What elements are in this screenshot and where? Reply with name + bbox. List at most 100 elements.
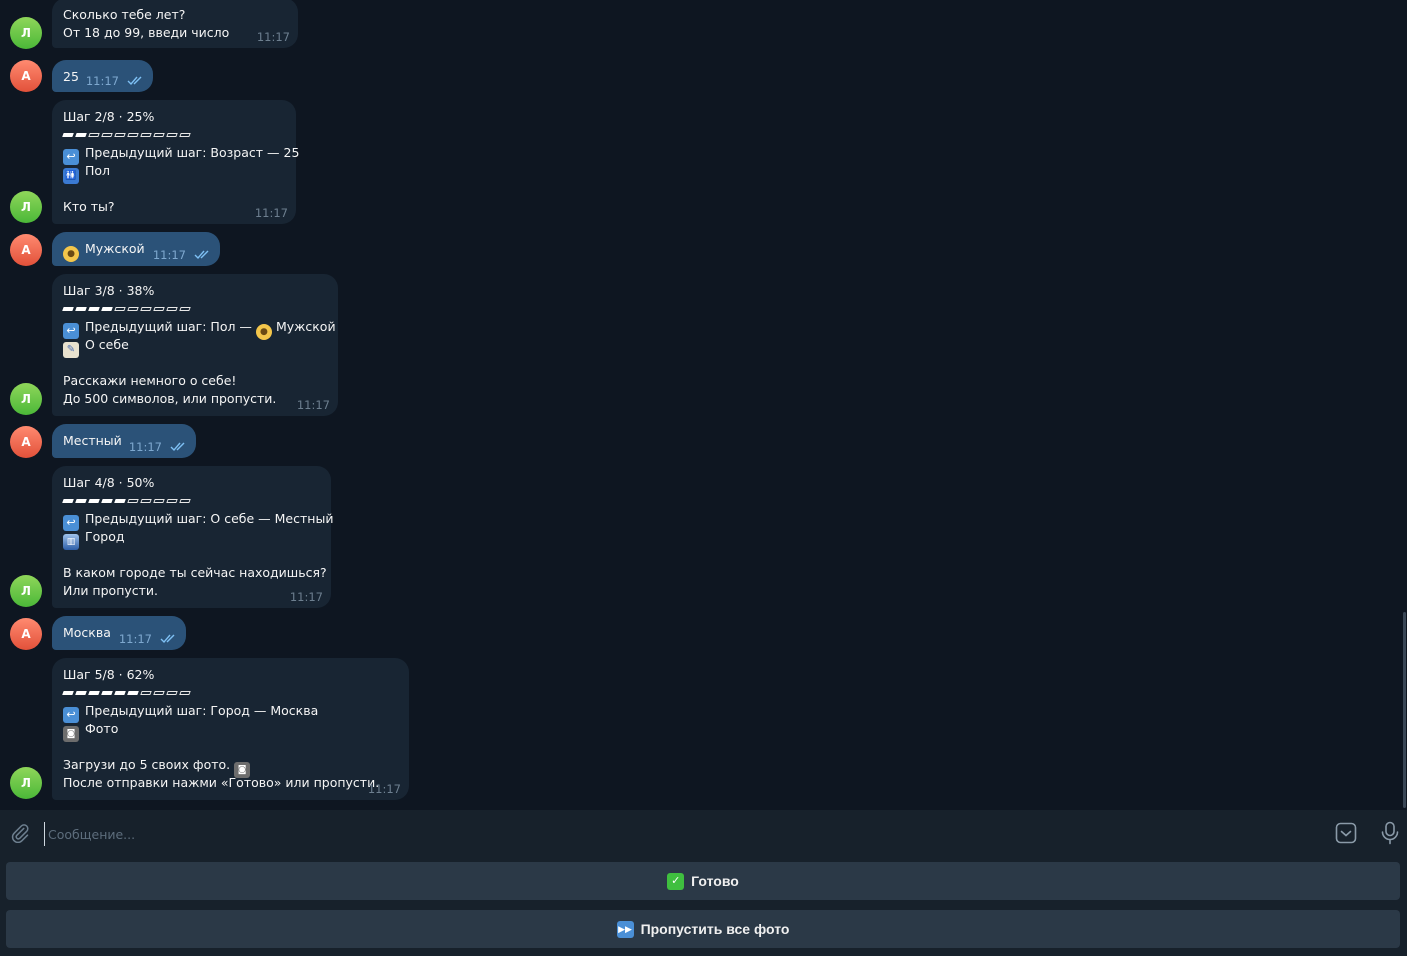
- done-button-label: Готово: [691, 873, 739, 889]
- bot-avatar[interactable]: Л: [10, 767, 42, 799]
- progress-segment: [75, 691, 87, 695]
- progress-segment: [88, 307, 100, 311]
- user-avatar[interactable]: А: [10, 234, 42, 266]
- check-mark-icon: ✓: [667, 872, 685, 890]
- previous-step-text: Предыдущий шаг: Возраст — 25: [85, 145, 300, 160]
- progress-segment: [75, 499, 87, 503]
- chat-history[interactable]: Сколько тебе лет? От 18 до 99, введи чис…: [0, 0, 1407, 810]
- message-line: До 500 символов, или пропусти.: [63, 391, 277, 406]
- message-time: 11:17: [152, 248, 186, 262]
- man-face-icon: ●: [255, 324, 272, 340]
- message-line: От 18 до 99, введи число: [63, 25, 230, 40]
- progress-segment: [179, 307, 191, 311]
- double-check-icon: [194, 249, 212, 260]
- previous-step-text: Предыдущий шаг: Город — Москва: [85, 703, 319, 718]
- message-line: Или пропусти.: [63, 583, 159, 598]
- fast-forward-icon: ▶▶: [616, 920, 634, 938]
- message-input[interactable]: [44, 822, 1250, 846]
- section-title: Пол: [85, 163, 111, 178]
- cityscape-icon: ▥: [63, 534, 79, 550]
- progress-segment: [140, 307, 152, 311]
- bot-message-step-photo: Шаг 5/8 · 62% ↩ Предыдущий шаг: Город — М…: [52, 658, 409, 800]
- message-time: 11:17: [254, 206, 288, 220]
- step-title: Шаг 3/8 · 38%: [63, 283, 155, 298]
- user-avatar[interactable]: А: [10, 618, 42, 650]
- progress-segment: [88, 691, 100, 695]
- progress-segment: [101, 691, 113, 695]
- progress-segment: [62, 133, 74, 137]
- paperclip-icon[interactable]: [10, 823, 30, 843]
- bot-avatar[interactable]: Л: [10, 191, 42, 223]
- user-message-about: Местный 11:17: [52, 424, 196, 458]
- progress-segment: [166, 691, 178, 695]
- message-time: 11:17: [296, 398, 330, 412]
- progress-segment: [179, 691, 191, 695]
- bot-message-step-about: Шаг 3/8 · 38% ↩ Предыдущий шаг: Пол — ● Муж…: [52, 274, 338, 416]
- progress-segment: [88, 133, 100, 137]
- progress-bar: [62, 492, 320, 510]
- bot-avatar[interactable]: Л: [10, 383, 42, 415]
- message-time: 11:17: [118, 632, 152, 646]
- chat-scrollbar[interactable]: [1403, 612, 1406, 808]
- user-message-gender: ● Мужской 11:17: [52, 232, 220, 266]
- message-time: 11:17: [128, 440, 162, 454]
- progress-segment: [127, 133, 139, 137]
- restroom-icon: 🚻: [63, 168, 79, 184]
- progress-segment: [62, 499, 74, 503]
- microphone-icon[interactable]: [1380, 821, 1400, 845]
- skip-button-label: Пропустить все фото: [640, 921, 790, 937]
- progress-segment: [114, 133, 126, 137]
- bot-avatar[interactable]: Л: [10, 575, 42, 607]
- section-title: Город: [85, 529, 125, 544]
- step-title: Шаг 4/8 · 50%: [63, 475, 155, 490]
- user-message-city: Москва 11:17: [52, 616, 186, 650]
- progress-segment: [140, 499, 152, 503]
- skip-all-photos-button[interactable]: ▶▶ Пропустить все фото: [6, 910, 1400, 948]
- progress-segment: [179, 133, 191, 137]
- bot-message-age-question: Сколько тебе лет? От 18 до 99, введи чис…: [52, 0, 298, 48]
- progress-segment: [166, 307, 178, 311]
- message-time: 11:17: [289, 590, 323, 604]
- previous-step-text: Предыдущий шаг: О себе — Местный: [85, 511, 334, 526]
- step-title: Шаг 2/8 · 25%: [63, 109, 155, 124]
- progress-segment: [153, 499, 165, 503]
- progress-segment: [114, 307, 126, 311]
- reply-keyboard: ✓ Готово ▶▶ Пропустить все фото: [0, 856, 1407, 956]
- user-avatar[interactable]: А: [10, 426, 42, 458]
- message-time: 11:17: [256, 30, 290, 44]
- progress-segment: [179, 499, 191, 503]
- message-composer: [0, 810, 1407, 856]
- message-time: 11:17: [367, 782, 401, 796]
- camera-flash-icon: ◙: [63, 726, 79, 742]
- bot-avatar[interactable]: Л: [10, 17, 42, 49]
- user-avatar[interactable]: А: [10, 60, 42, 92]
- progress-segment: [62, 307, 74, 311]
- user-message-age: 25 11:17: [52, 60, 153, 92]
- progress-segment: [153, 691, 165, 695]
- message-line: Расскажи немного о себе!: [63, 373, 237, 388]
- progress-bar: [62, 300, 327, 318]
- double-check-icon: [160, 633, 178, 644]
- progress-segment: [127, 499, 139, 503]
- progress-segment: [75, 307, 87, 311]
- progress-segment: [153, 307, 165, 311]
- bot-keyboard-toggle-icon[interactable]: [1335, 822, 1357, 844]
- progress-segment: [75, 133, 87, 137]
- previous-step-value: Мужской: [275, 319, 336, 334]
- progress-segment: [101, 307, 113, 311]
- double-check-icon: [127, 75, 145, 86]
- message-line: В каком городе ты сейчас находишься?: [63, 565, 327, 580]
- message-text: Местный: [63, 433, 122, 448]
- done-button[interactable]: ✓ Готово: [6, 862, 1400, 900]
- progress-segment: [153, 133, 165, 137]
- progress-bar: [62, 684, 398, 702]
- message-line: Загрузи до 5 своих фото.: [63, 757, 231, 772]
- progress-segment: [101, 133, 113, 137]
- double-check-icon: [170, 441, 188, 452]
- memo-icon: ✎: [63, 342, 79, 358]
- step-title: Шаг 5/8 · 62%: [63, 667, 155, 682]
- message-time: 11:17: [85, 74, 119, 88]
- bot-message-step-city: Шаг 4/8 · 50% ↩ Предыдущий шаг: О себе — …: [52, 466, 334, 608]
- progress-segment: [88, 499, 100, 503]
- progress-segment: [62, 691, 74, 695]
